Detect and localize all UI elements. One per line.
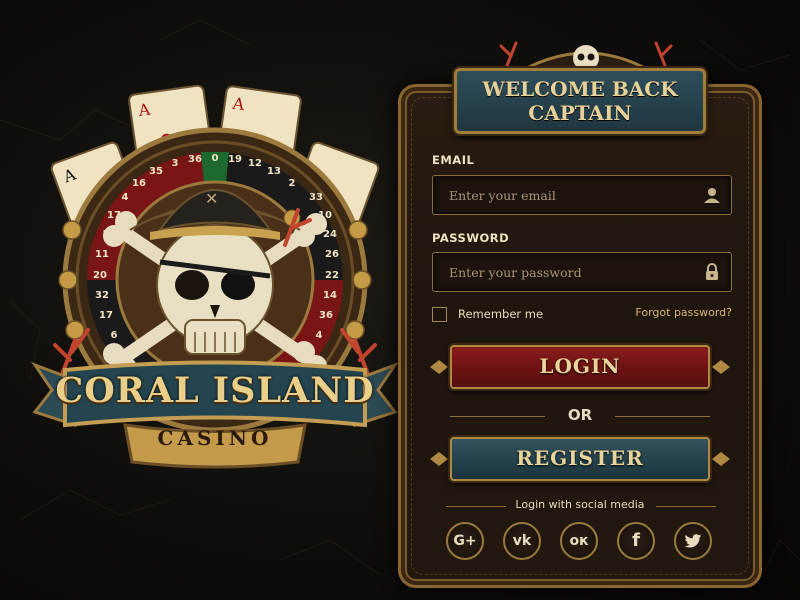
logo-subtitle: CASINO xyxy=(157,426,273,450)
svg-text:16: 16 xyxy=(132,178,146,189)
register-button[interactable]: REGISTER xyxy=(450,437,710,481)
register-left-ornament xyxy=(430,452,448,466)
svg-text:35: 35 xyxy=(149,166,163,177)
svg-text:4: 4 xyxy=(122,192,129,203)
user-icon xyxy=(704,188,720,203)
password-label: PASSWORD xyxy=(432,231,510,245)
svg-text:19: 19 xyxy=(228,154,242,165)
email-input[interactable] xyxy=(447,176,701,215)
svg-text:14: 14 xyxy=(323,290,337,301)
login-button[interactable]: LOGIN xyxy=(450,345,710,389)
password-field-frame xyxy=(432,252,732,292)
svg-text:36: 36 xyxy=(188,154,202,165)
remember-row: Remember me Forgot password? xyxy=(432,306,732,326)
login-right-ornament xyxy=(712,360,730,374)
or-text: OR xyxy=(567,406,593,424)
forgot-password-link[interactable]: Forgot password? xyxy=(635,306,732,319)
svg-text:13: 13 xyxy=(267,166,281,177)
register-right-ornament xyxy=(712,452,730,466)
social-line-right xyxy=(656,506,716,507)
odnoklassniki-icon[interactable]: ок xyxy=(560,522,598,560)
svg-text:36: 36 xyxy=(319,310,333,321)
or-divider: OR xyxy=(450,406,710,426)
svg-text:0: 0 xyxy=(212,153,219,164)
casino-logo: A ♠ A ♥ A ♦ ♣ xyxy=(30,80,400,480)
svg-text:26: 26 xyxy=(325,249,339,260)
svg-text:22: 22 xyxy=(325,270,339,281)
login-left-ornament xyxy=(430,360,448,374)
svg-text:24: 24 xyxy=(323,229,337,240)
svg-text:12: 12 xyxy=(248,158,262,169)
remember-label: Remember me xyxy=(458,307,544,321)
lock-icon xyxy=(706,263,718,280)
svg-text:✕: ✕ xyxy=(205,189,218,208)
remember-checkbox[interactable] xyxy=(432,307,447,322)
social-login-label: Login with social media xyxy=(515,498,645,511)
logo-title: CORAL ISLAND xyxy=(55,370,375,411)
svg-text:11: 11 xyxy=(95,249,109,260)
svg-text:4: 4 xyxy=(316,330,323,341)
svg-text:33: 33 xyxy=(309,192,323,203)
svg-text:6: 6 xyxy=(111,330,118,341)
password-input[interactable] xyxy=(447,253,701,292)
welcome-banner: WELCOME BACK CAPTAIN xyxy=(454,68,706,134)
banner-title-line2: CAPTAIN xyxy=(528,101,632,125)
google-plus-icon[interactable]: G+ xyxy=(446,522,484,560)
svg-text:17: 17 xyxy=(99,310,113,321)
banner-title-line1: WELCOME BACK xyxy=(482,77,678,101)
social-buttons: G+ vk ок f xyxy=(446,522,716,562)
svg-text:32: 32 xyxy=(95,290,109,301)
email-field-frame xyxy=(432,175,732,215)
facebook-icon[interactable]: f xyxy=(617,522,655,560)
vk-icon[interactable]: vk xyxy=(503,522,541,560)
twitter-bird-glyph xyxy=(684,534,702,548)
svg-text:3: 3 xyxy=(172,158,179,169)
svg-text:2: 2 xyxy=(289,178,296,189)
svg-text:20: 20 xyxy=(93,270,107,281)
or-line-right xyxy=(615,416,710,417)
twitter-icon[interactable] xyxy=(674,522,712,560)
logo-emblem: A ♠ A ♥ A ♦ ♣ xyxy=(31,84,399,469)
email-label: EMAIL xyxy=(432,153,475,167)
